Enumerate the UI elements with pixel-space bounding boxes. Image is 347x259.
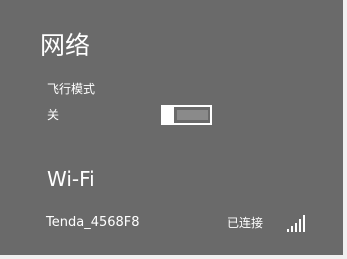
network-status: 已连接 (227, 216, 264, 230)
toggle-thumb (163, 106, 174, 124)
airplane-mode-state: 关 (47, 108, 60, 122)
network-panel: 网络 飞行模式 关 Wi-Fi Tenda_4568F8 已连接 (0, 0, 347, 259)
network-name: Tenda_4568F8 (46, 215, 140, 230)
network-item-tenda[interactable]: Tenda_4568F8 已连接 (0, 205, 343, 241)
airplane-mode-toggle[interactable] (161, 105, 212, 125)
toggle-track (177, 110, 208, 120)
airplane-mode-label: 飞行模式 (47, 82, 96, 96)
panel-title: 网络 (40, 31, 91, 60)
wifi-signal-icon (287, 215, 305, 232)
wifi-section-heading: Wi-Fi (47, 167, 95, 191)
